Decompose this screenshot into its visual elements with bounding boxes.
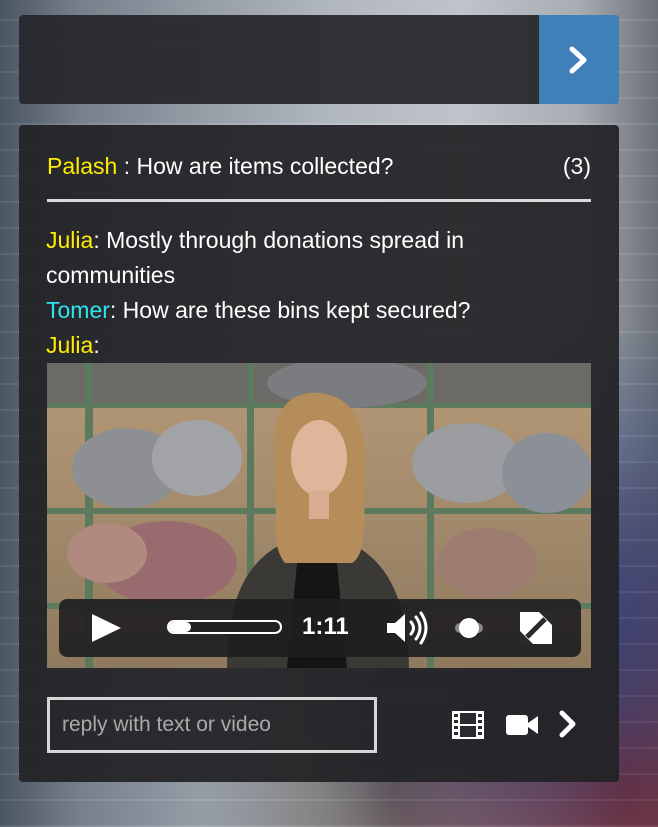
volume-slider[interactable]: [455, 618, 483, 638]
volume-knob[interactable]: [459, 618, 479, 638]
progress-slider[interactable]: [167, 620, 282, 634]
divider: [47, 199, 591, 202]
message-text: : How are these bins kept secured?: [109, 297, 471, 323]
video-player[interactable]: 1:11: [47, 363, 591, 668]
question-separator: :: [117, 153, 137, 179]
top-bar: [19, 15, 619, 104]
progress-fill: [169, 622, 192, 632]
message-author: Julia: [46, 332, 94, 358]
fullscreen-icon[interactable]: [519, 611, 553, 645]
thread: Julia: Mostly through donations spread i…: [46, 223, 594, 363]
top-next-button[interactable]: [539, 15, 619, 104]
message-author: Tomer: [46, 297, 110, 323]
thread-message: Julia:: [46, 328, 594, 363]
message-author: Julia: [46, 227, 94, 253]
volume-icon[interactable]: [385, 611, 431, 645]
play-icon[interactable]: [89, 613, 123, 643]
reply-count: (3): [562, 153, 591, 179]
thread-message: Julia: Mostly through donations spread i…: [46, 223, 594, 293]
question-asker: Palash: [47, 153, 118, 179]
video-controls: 1:11: [59, 599, 581, 657]
question-text: How are items collected?: [136, 153, 394, 179]
message-text: :: [93, 332, 100, 358]
message-text: : Mostly through donations spread in com…: [46, 227, 465, 288]
chevron-right-icon: [569, 46, 587, 73]
film-icon[interactable]: [451, 710, 485, 740]
conversation-panel: Palash : How are items collected? (3) Ju…: [19, 125, 619, 782]
reply-input[interactable]: [47, 697, 377, 753]
thread-message: Tomer: How are these bins kept secured?: [46, 293, 594, 328]
video-camera-icon[interactable]: [505, 713, 539, 737]
question-header: Palash : How are items collected? (3): [47, 153, 591, 183]
time-display: 1:11: [302, 613, 349, 640]
send-button[interactable]: [557, 709, 579, 739]
